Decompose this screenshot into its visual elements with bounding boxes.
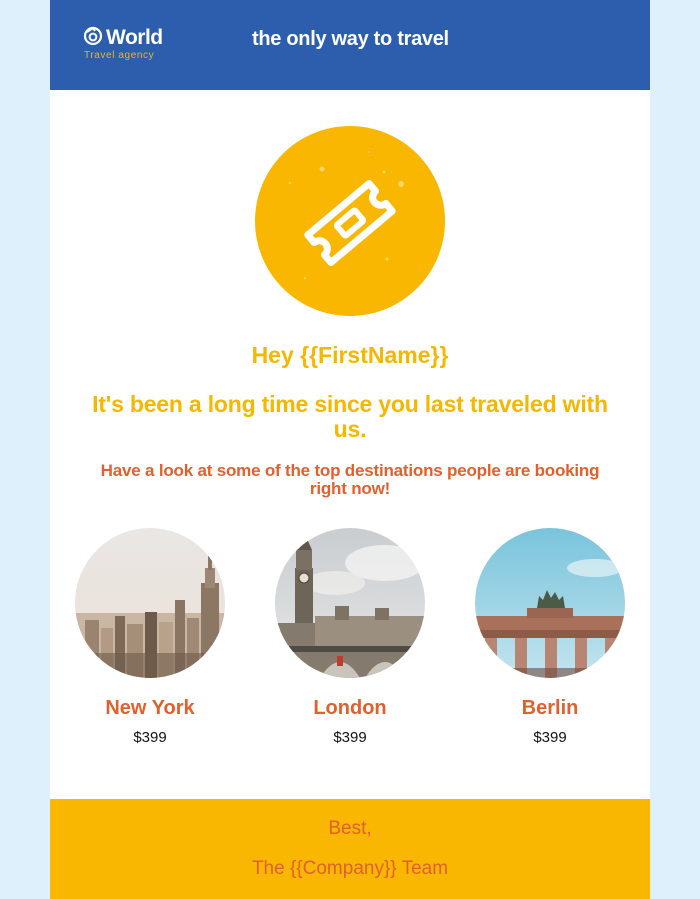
destination-photo-berlin[interactable]	[475, 528, 625, 678]
destination-card-london[interactable]: London $399	[250, 528, 450, 758]
destination-price: $399	[333, 729, 367, 746]
email-container: World Travel agency the only way to trav…	[50, 0, 650, 899]
destination-name[interactable]: New York	[50, 695, 250, 721]
email-footer: Best, The {{Company}} Team	[50, 799, 650, 899]
logo-wordmark: World	[106, 26, 163, 49]
destination-name[interactable]: Berlin	[450, 695, 650, 721]
brand-logo[interactable]: World Travel agency	[83, 26, 183, 66]
destination-name[interactable]: London	[250, 695, 450, 721]
footer-team-signature: The {{Company}} Team	[251, 858, 449, 879]
compass-icon	[83, 26, 103, 46]
destination-price: $399	[533, 729, 567, 746]
destination-photo-london[interactable]	[275, 528, 425, 678]
greeting-heading: Hey {{FirstName}}	[251, 342, 449, 368]
subheadline: Have a look at some of the top destinati…	[100, 461, 600, 498]
destination-photo-new-york[interactable]	[75, 528, 225, 678]
ticket-icon	[288, 151, 404, 280]
destination-price: $399	[133, 729, 167, 746]
headline: It's been a long time since you last tra…	[92, 391, 608, 442]
email-header: World Travel agency the only way to trav…	[50, 0, 650, 90]
header-tagline: the only way to travel	[252, 28, 449, 50]
footer-signoff: Best,	[328, 818, 372, 839]
destination-card-new-york[interactable]: New York $399	[50, 528, 250, 758]
logo-subtitle: Travel agency	[84, 50, 155, 61]
destination-card-berlin[interactable]: Berlin $399	[450, 528, 650, 758]
hero-ticket-badge	[255, 126, 445, 316]
